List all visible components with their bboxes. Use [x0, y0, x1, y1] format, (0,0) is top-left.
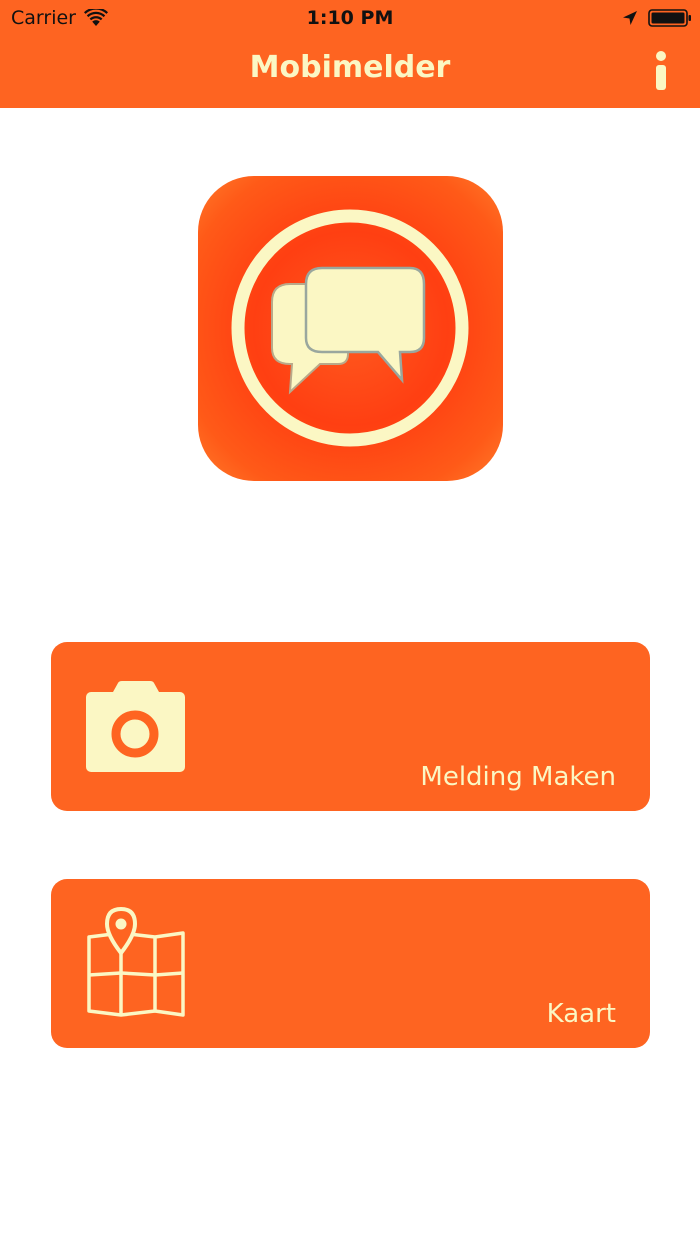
battery-icon	[648, 9, 691, 27]
chat-bubbles-icon	[231, 209, 469, 447]
app-logo	[198, 176, 503, 481]
navigation-header: Carrier 1:10 PM Mobimelder	[0, 0, 700, 108]
melding-maken-button[interactable]: Melding Maken	[51, 642, 650, 811]
kaart-label: Kaart	[546, 999, 616, 1029]
location-arrow-icon	[623, 11, 637, 25]
map-pin-icon	[87, 907, 185, 1017]
page-title: Mobimelder	[249, 50, 451, 85]
info-icon[interactable]	[646, 50, 676, 92]
status-bar: Carrier 1:10 PM	[0, 0, 700, 38]
kaart-button[interactable]: Kaart	[51, 879, 650, 1048]
status-time: 1:10 PM	[306, 7, 394, 29]
camera-icon	[86, 681, 185, 772]
melding-maken-label: Melding Maken	[420, 762, 616, 792]
